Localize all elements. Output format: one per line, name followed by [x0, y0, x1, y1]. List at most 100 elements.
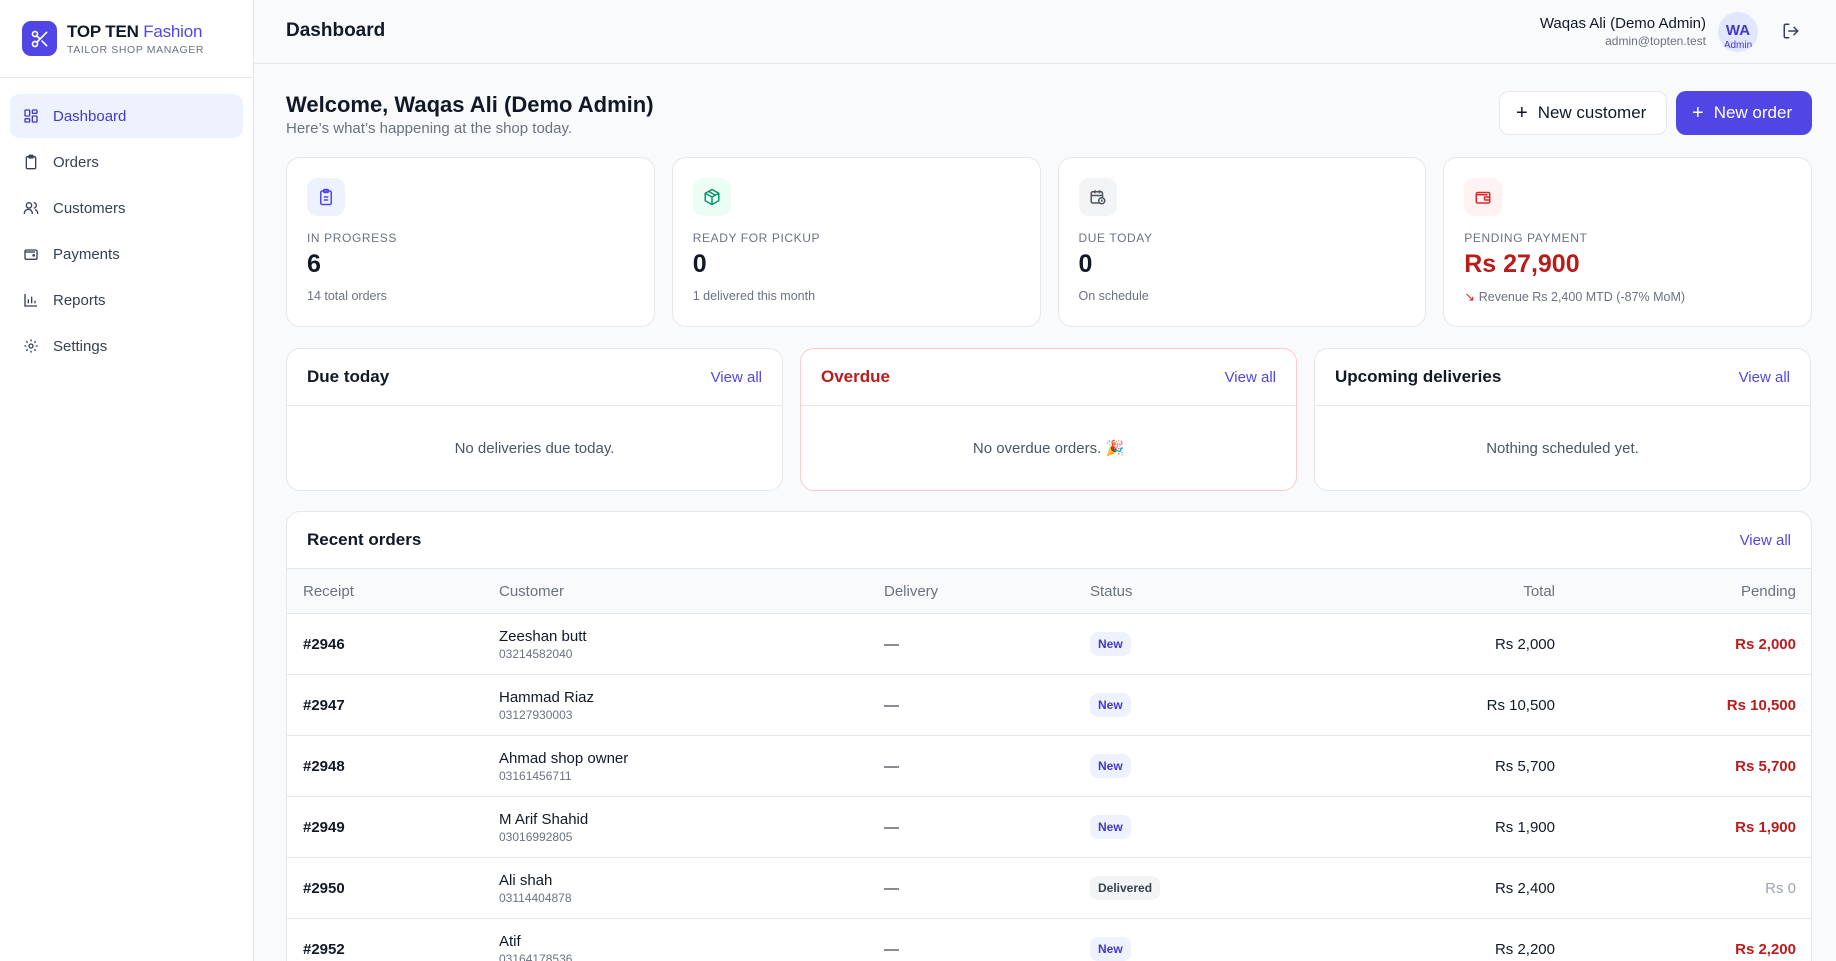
user-info: Waqas Ali (Demo Admin) admin@topten.test	[1540, 15, 1706, 48]
stat-label: IN PROGRESS	[307, 231, 397, 245]
order-total: Rs 5,700	[1494, 757, 1555, 775]
customer-name: Ali shah	[499, 871, 553, 889]
stat-cards: IN PROGRESS 6 14 total orders READY FOR …	[286, 157, 1812, 327]
bar-chart-icon	[23, 292, 39, 308]
status-badge: New	[1090, 693, 1131, 717]
sidebar: TOP TEN Fashion TAILOR SHOP MANAGER Dash…	[0, 0, 254, 961]
stat-sub: 14 total orders	[307, 289, 387, 303]
sidebar-item-label: Payments	[53, 245, 120, 263]
sidebar-item-orders[interactable]: Orders	[10, 140, 243, 184]
sidebar-item-dashboard[interactable]: Dashboard	[10, 94, 243, 138]
avatar-initials: WA	[1725, 22, 1751, 39]
users-icon	[23, 200, 39, 216]
calendar-clock-icon	[1078, 178, 1117, 216]
brand-title-main: TOP TEN	[67, 21, 139, 41]
brand-subtitle: TAILOR SHOP MANAGER	[67, 43, 205, 56]
order-pending: Rs 0	[1765, 879, 1796, 897]
status-cell: New	[1090, 614, 1131, 674]
sidebar-item-payments[interactable]: Payments	[10, 232, 243, 276]
welcome-title: Welcome, Waqas Ali (Demo Admin)	[286, 92, 654, 117]
stat-card-ready-for-pickup[interactable]: READY FOR PICKUP 0 1 delivered this mont…	[671, 157, 1041, 327]
sidebar-item-settings[interactable]: Settings	[10, 324, 243, 368]
receipt-number: #2948	[303, 757, 345, 775]
customer-name: Hammad Riaz	[499, 688, 595, 706]
customer-cell: M Arif Shahid 03016992805	[499, 797, 588, 857]
table-row[interactable]: #2952 Atif 03164178536 — New Rs 2,200 Rs …	[287, 919, 1811, 961]
stat-value: Rs 27,900	[1464, 250, 1580, 278]
gear-icon	[23, 338, 39, 354]
view-all-link[interactable]: View all	[711, 369, 762, 386]
delivery-date: —	[884, 879, 899, 897]
order-total: Rs 1,900	[1494, 818, 1555, 836]
order-total: Rs 2,200	[1494, 940, 1555, 958]
brand[interactable]: TOP TEN Fashion TAILOR SHOP MANAGER	[0, 0, 253, 78]
delivery-date: —	[884, 696, 899, 714]
delivery-date: —	[884, 635, 899, 653]
receipt-number: #2946	[303, 635, 345, 653]
customer-phone: 03127930003	[499, 707, 573, 722]
table-row[interactable]: #2948 Ahmad shop owner 03161456711 — New …	[287, 736, 1811, 797]
view-all-link[interactable]: View all	[1740, 532, 1791, 549]
column-header-status[interactable]: Status	[1090, 569, 1133, 613]
table-header: Receipt Customer Delivery Status Total P…	[287, 569, 1811, 614]
customer-name: Atif	[499, 932, 521, 950]
customer-name: Zeeshan butt	[499, 627, 587, 645]
delivery-panels: Due today View all No deliveries due tod…	[286, 348, 1812, 491]
order-total: Rs 2,400	[1494, 879, 1555, 897]
header-actions: + New customer + New order	[1499, 91, 1812, 135]
table-row[interactable]: #2947 Hammad Riaz 03127930003 — New Rs 10…	[287, 675, 1811, 736]
panel-due-today: Due today View all No deliveries due tod…	[286, 348, 783, 491]
customer-phone: 03016992805	[499, 829, 573, 844]
status-badge: Delivered	[1090, 876, 1161, 900]
column-header-delivery[interactable]: Delivery	[884, 569, 938, 613]
status-badge: New	[1090, 632, 1131, 656]
sidebar-item-reports[interactable]: Reports	[10, 278, 243, 322]
view-all-link[interactable]: View all	[1225, 369, 1276, 386]
stat-sub: On schedule	[1078, 289, 1149, 303]
page-title: Dashboard	[286, 20, 386, 41]
avatar-role: Admin	[1718, 40, 1758, 51]
customer-cell: Atif 03164178536	[499, 919, 572, 961]
welcome-subtitle: Here’s what’s happening at the shop toda…	[286, 120, 573, 137]
customer-cell: Ali shah 03114404878	[499, 858, 572, 918]
stat-card-pending-payment[interactable]: PENDING PAYMENT Rs 27,900 ↘ Revenue Rs 2,…	[1443, 157, 1812, 327]
avatar[interactable]: WA Admin	[1718, 12, 1758, 52]
sidebar-item-label: Dashboard	[53, 107, 127, 125]
table-row[interactable]: #2946 Zeeshan butt 03214582040 — New Rs 2…	[287, 614, 1811, 675]
wallet-icon	[23, 246, 39, 262]
status-cell: New	[1090, 797, 1131, 857]
user-email: admin@topten.test	[1605, 34, 1706, 48]
customer-name: M Arif Shahid	[499, 810, 589, 828]
new-order-button[interactable]: + New order	[1676, 91, 1812, 135]
user-name: Waqas Ali (Demo Admin)	[1539, 15, 1706, 32]
delivery-date: —	[884, 940, 899, 958]
clipboard-icon	[307, 178, 345, 216]
brand-title: TOP TEN Fashion	[67, 22, 204, 42]
order-pending: Rs 1,900	[1735, 818, 1796, 836]
column-header-receipt[interactable]: Receipt	[303, 569, 354, 613]
status-cell: New	[1090, 675, 1131, 735]
column-header-total[interactable]: Total	[1523, 569, 1555, 613]
table-row[interactable]: #2950 Ali shah 03114404878 — Delivered Rs…	[287, 858, 1811, 919]
receipt-number: #2950	[303, 879, 345, 897]
stat-card-in-progress[interactable]: IN PROGRESS 6 14 total orders	[286, 157, 655, 327]
customer-phone: 03161456711	[499, 768, 572, 783]
stat-sub: 1 delivered this month	[692, 289, 816, 303]
customer-name: Ahmad shop owner	[499, 749, 629, 767]
column-header-customer[interactable]: Customer	[499, 569, 564, 613]
status-badge: New	[1090, 754, 1131, 778]
new-customer-button[interactable]: + New customer	[1499, 91, 1667, 135]
panel-upcoming-deliveries: Upcoming deliveries View all Nothing sch…	[1314, 348, 1811, 491]
recent-orders: Recent orders View all Receipt Customer …	[286, 511, 1812, 961]
sidebar-item-label: Customers	[53, 199, 126, 217]
view-all-link[interactable]: View all	[1739, 369, 1790, 386]
customer-phone: 03164178536	[499, 951, 573, 961]
stat-card-due-today[interactable]: DUE TODAY 0 On schedule	[1057, 157, 1427, 327]
brand-title-accent: Fashion	[143, 21, 203, 41]
sidebar-item-customers[interactable]: Customers	[10, 186, 243, 230]
customer-cell: Hammad Riaz 03127930003	[499, 675, 594, 735]
table-row[interactable]: #2949 M Arif Shahid 03016992805 — New Rs …	[287, 797, 1811, 858]
customer-cell: Ahmad shop owner 03161456711	[499, 736, 628, 796]
column-header-pending[interactable]: Pending	[1741, 569, 1796, 613]
logout-icon[interactable]	[1782, 22, 1802, 42]
